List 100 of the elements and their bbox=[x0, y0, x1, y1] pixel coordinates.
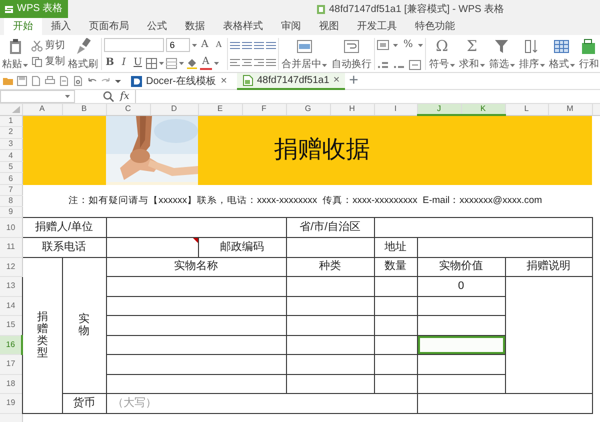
row-header[interactable]: 7 bbox=[0, 184, 22, 196]
row-header[interactable]: 17 bbox=[0, 354, 22, 374]
ribbon-button[interactable]: 粘贴 bbox=[1, 36, 29, 71]
row-header[interactable]: 12 bbox=[0, 257, 22, 276]
format-cells-icon[interactable] bbox=[409, 60, 422, 70]
ribbon-tab[interactable]: 表格样式 bbox=[214, 18, 272, 35]
row-header[interactable]: 13 bbox=[0, 276, 22, 296]
row-header[interactable]: 14 bbox=[0, 296, 22, 316]
borders-icon[interactable] bbox=[146, 58, 157, 68]
row-header[interactable]: 9 bbox=[0, 206, 22, 218]
align-icon[interactable] bbox=[254, 58, 264, 67]
ribbon-button[interactable]: Σ 求和 bbox=[458, 36, 486, 71]
row-header[interactable]: 1 bbox=[0, 115, 22, 127]
ribbon-tab[interactable]: 插入 bbox=[42, 18, 80, 35]
align-icon[interactable] bbox=[242, 41, 252, 50]
font-shrink-button[interactable]: A bbox=[212, 38, 225, 52]
close-button[interactable]: × bbox=[220, 76, 227, 86]
name-box-field[interactable] bbox=[0, 90, 75, 103]
font-name-field[interactable] bbox=[104, 38, 164, 52]
preview-icon[interactable] bbox=[73, 76, 83, 86]
row-header[interactable]: 18 bbox=[0, 374, 22, 394]
align-icon[interactable] bbox=[266, 58, 276, 67]
style-button[interactable]: I bbox=[118, 56, 130, 70]
row-header[interactable]: 4 bbox=[0, 150, 22, 162]
copy-icon bbox=[31, 56, 43, 68]
ribbon-button[interactable]: 剪切 bbox=[31, 38, 65, 54]
row-header[interactable]: 6 bbox=[0, 172, 22, 184]
row-header[interactable]: 15 bbox=[0, 316, 22, 335]
row-header[interactable]: 3 bbox=[0, 138, 22, 150]
ribbon-button[interactable]: 筛选 bbox=[488, 36, 516, 71]
ribbon-tab[interactable]: 特色功能 bbox=[406, 18, 464, 35]
ribbon-tab[interactable]: 视图 bbox=[310, 18, 348, 35]
ribbon-tab[interactable]: 数据 bbox=[176, 18, 214, 35]
caret-icon bbox=[23, 62, 28, 68]
style-button[interactable]: U bbox=[132, 56, 144, 70]
align-icon[interactable] bbox=[254, 41, 264, 50]
ribbon-tab[interactable]: 公式 bbox=[138, 18, 176, 35]
ribbon-button[interactable]: Ω 符号 bbox=[428, 36, 456, 71]
ribbon-tab[interactable]: 开发工具 bbox=[348, 18, 406, 35]
column-header[interactable]: I bbox=[374, 104, 417, 115]
column-header[interactable]: J bbox=[417, 104, 461, 115]
caret-icon bbox=[65, 94, 70, 99]
row-header[interactable]: 2 bbox=[0, 126, 22, 138]
ribbon-tab[interactable]: 页面布局 bbox=[80, 18, 138, 35]
row-header[interactable]: 8 bbox=[0, 196, 22, 206]
row-header[interactable]: 19 bbox=[0, 394, 22, 413]
close-button[interactable]: × bbox=[333, 74, 340, 86]
ribbon-button[interactable]: 格式刷 bbox=[67, 36, 99, 71]
document-tab[interactable]: Docer-在线模板 × bbox=[125, 72, 233, 90]
align-icon[interactable] bbox=[230, 58, 240, 67]
ribbon-tab[interactable]: 审阅 bbox=[272, 18, 310, 35]
ribbon-button[interactable]: 格式 bbox=[548, 36, 576, 71]
align-icon[interactable] bbox=[230, 41, 240, 50]
ribbon-button[interactable]: 复制 bbox=[31, 54, 65, 70]
column-header[interactable]: G bbox=[286, 104, 330, 115]
row-header[interactable]: 11 bbox=[0, 238, 22, 257]
cell-grid-icon[interactable] bbox=[166, 58, 177, 68]
currency-format-icon[interactable] bbox=[377, 40, 390, 50]
column-header[interactable]: C bbox=[106, 104, 150, 115]
zoom-icon[interactable] bbox=[103, 91, 114, 102]
document-icon[interactable] bbox=[59, 76, 69, 86]
function-button[interactable]: fx bbox=[120, 92, 130, 102]
align-icon[interactable] bbox=[266, 41, 276, 50]
column-header[interactable]: H bbox=[330, 104, 374, 115]
row-header[interactable]: 16 bbox=[0, 335, 22, 354]
tab-label: 48fd7147df51a1 bbox=[257, 74, 330, 88]
column-header[interactable]: F bbox=[242, 104, 286, 115]
column-header[interactable]: E bbox=[198, 104, 242, 115]
font-color-button[interactable]: A bbox=[200, 56, 212, 70]
align-icon[interactable] bbox=[242, 58, 252, 67]
ribbon-button[interactable]: 自动换行 bbox=[330, 36, 372, 71]
table-cell[interactable] bbox=[417, 335, 505, 354]
tab-label: Docer-在线模板 bbox=[146, 74, 216, 88]
ribbon-button[interactable]: 合并居中 bbox=[280, 36, 328, 71]
column-header[interactable]: B bbox=[62, 104, 106, 115]
font-size-field[interactable]: 6 bbox=[166, 38, 190, 52]
font-grow-button[interactable]: A bbox=[198, 38, 211, 52]
column-header[interactable]: L bbox=[505, 104, 548, 115]
form-cell bbox=[374, 354, 417, 374]
increase-decimal-icon[interactable] bbox=[377, 60, 390, 70]
caret-icon[interactable] bbox=[115, 78, 121, 84]
paint-bucket-icon[interactable] bbox=[186, 58, 198, 68]
new-tab-button[interactable]: + bbox=[349, 73, 358, 89]
printer-icon[interactable] bbox=[45, 76, 55, 86]
style-button[interactable]: B bbox=[104, 56, 116, 70]
column-header[interactable]: D bbox=[150, 104, 198, 115]
ribbon-tab[interactable]: 开始 bbox=[4, 18, 42, 35]
column-header[interactable]: K bbox=[461, 104, 505, 115]
folder-icon[interactable] bbox=[3, 76, 13, 86]
save-icon[interactable] bbox=[17, 76, 27, 86]
ribbon-button[interactable]: 行和 bbox=[578, 36, 600, 71]
row-header[interactable]: 10 bbox=[0, 218, 22, 238]
ribbon-button[interactable]: 排序 bbox=[518, 36, 546, 71]
table-cell[interactable]: 0 bbox=[417, 276, 505, 296]
percent-button[interactable]: % bbox=[402, 38, 414, 52]
document-icon[interactable] bbox=[31, 76, 41, 86]
row-header[interactable]: 5 bbox=[0, 161, 22, 173]
document-tab[interactable]: 48fd7147df51a1 × bbox=[237, 72, 345, 90]
column-header[interactable]: A bbox=[22, 104, 62, 115]
column-header[interactable]: M bbox=[548, 104, 592, 115]
